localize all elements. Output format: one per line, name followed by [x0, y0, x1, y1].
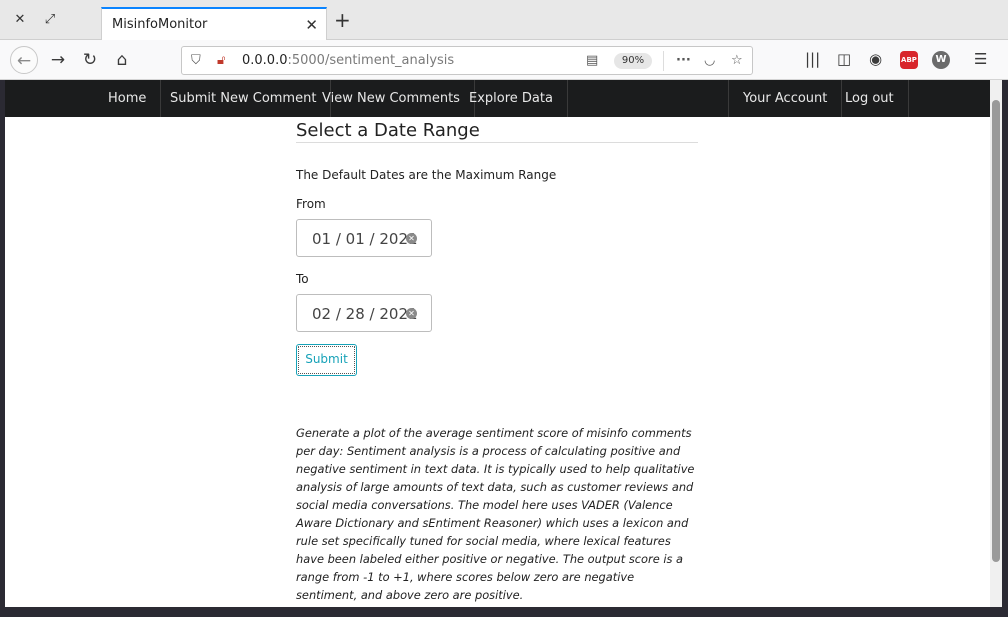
from-label: From: [296, 197, 326, 211]
site-navbar: Home Submit New Comment View New Comment…: [5, 80, 990, 117]
new-tab-plus-icon[interactable]: +: [334, 10, 351, 30]
forward-arrow-icon[interactable]: →: [44, 46, 72, 74]
account-icon[interactable]: ◉: [869, 50, 882, 68]
extension-w-icon[interactable]: W: [932, 51, 950, 69]
page-title: Select a Date Range: [296, 120, 698, 143]
library-icon[interactable]: |||: [805, 50, 820, 68]
to-date-input[interactable]: 02 / 28 / 2021 ✕: [296, 294, 432, 332]
to-date-value[interactable]: 02 / 28 / 2021: [312, 305, 418, 323]
shield-icon[interactable]: ⛉: [191, 53, 201, 68]
url-separator: [663, 51, 664, 71]
home-icon[interactable]: ⌂: [108, 46, 136, 74]
clear-to-date-icon[interactable]: ✕: [406, 308, 417, 319]
reload-icon[interactable]: ↻: [76, 46, 104, 74]
reader-view-icon[interactable]: ▤: [586, 53, 598, 68]
clear-from-date-icon[interactable]: ✕: [406, 233, 417, 244]
bottom-frame: [0, 607, 1008, 617]
nav-view-new-comments[interactable]: View New Comments: [308, 80, 475, 117]
sidebar-icon[interactable]: ◫: [837, 50, 851, 68]
nav-home[interactable]: Home: [94, 80, 162, 117]
active-tab[interactable]: MisinfoMonitor ✕: [101, 7, 327, 41]
to-label: To: [296, 272, 309, 286]
tab-strip: ✕ ⤢ MisinfoMonitor ✕ +: [0, 0, 1008, 41]
nav-log-out[interactable]: Log out: [831, 80, 909, 117]
submit-button[interactable]: Submit: [296, 344, 357, 376]
adblock-plus-icon[interactable]: ABP: [900, 51, 918, 69]
menu-hamburger-icon[interactable]: ☰: [974, 50, 987, 68]
page-viewport: Home Submit New Comment View New Comment…: [5, 80, 990, 607]
back-arrow-icon[interactable]: ←: [10, 46, 38, 74]
browser-toolbar: ← → ↻ ⌂ ⛉ 🔓︎ 0.0.0.0:5000/sentiment_anal…: [0, 40, 1008, 80]
from-date-input[interactable]: 01 / 01 / 2021 ✕: [296, 219, 432, 257]
window-restore-icon[interactable]: ⤢: [42, 12, 58, 28]
date-range-form: Select a Date Range The Default Dates ar…: [296, 120, 698, 602]
url-bar[interactable]: ⛉ 🔓︎ 0.0.0.0:5000/sentiment_analysis ▤ 9…: [181, 46, 753, 75]
browser-window: ✕ ⤢ MisinfoMonitor ✕ + ← → ↻ ⌂ ⛉ 🔓︎ 0.0.…: [0, 0, 1008, 617]
page-scrollbar[interactable]: [990, 80, 1002, 607]
tab-close-icon[interactable]: ✕: [305, 16, 318, 34]
zoom-level-badge[interactable]: 90%: [614, 53, 652, 69]
from-date-value[interactable]: 01 / 01 / 2021: [312, 230, 418, 248]
bookmark-star-icon[interactable]: ☆: [731, 53, 743, 68]
pocket-icon[interactable]: ◡: [704, 53, 715, 68]
default-dates-note: The Default Dates are the Maximum Range: [296, 168, 557, 182]
insecure-lock-icon[interactable]: 🔓︎: [217, 53, 225, 68]
right-frame: [1002, 80, 1008, 607]
nav-explore-data[interactable]: Explore Data: [455, 80, 568, 117]
window-close-icon[interactable]: ✕: [12, 12, 28, 28]
url-text[interactable]: 0.0.0.0:5000/sentiment_analysis: [242, 53, 454, 68]
nav-your-account[interactable]: Your Account: [728, 80, 843, 117]
nav-submit-new-comment[interactable]: Submit New Comment: [156, 80, 332, 117]
more-actions-icon[interactable]: ···: [676, 53, 691, 68]
tab-title: MisinfoMonitor: [112, 17, 208, 32]
sentiment-description: Generate a plot of the average sentiment…: [296, 426, 695, 602]
scrollbar-thumb[interactable]: [992, 100, 1000, 562]
